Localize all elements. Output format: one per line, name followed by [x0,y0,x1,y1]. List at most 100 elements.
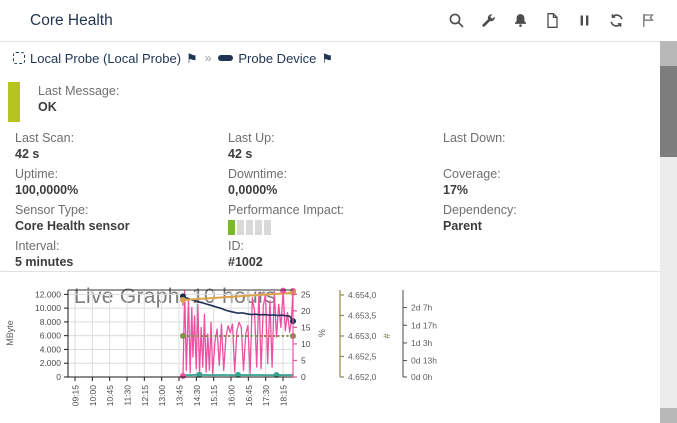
impact-bar-empty [255,220,262,235]
breadcrumb-separator: » [205,51,212,65]
bell-icon[interactable] [512,12,529,29]
stat-value: 17% [443,182,647,199]
breadcrumb-item-device[interactable]: Probe Device ⚑ [218,51,333,66]
stat-label: Uptime: [15,166,228,182]
stat-last-down: Last Down: [443,130,647,162]
svg-text:4.653,0: 4.653,0 [348,331,377,341]
stat-downtime: Downtime:0,0000% [228,166,443,198]
breadcrumb-label: Probe Device [238,51,316,66]
stat-value: 100,0000% [15,182,228,199]
flag-icon: ⚑ [186,52,198,65]
svg-text:1d 3h: 1d 3h [411,338,433,348]
core-health-page: Core Health Local Probe (Local Probe) ⚑ … [0,0,677,423]
stat-label: Downtime: [228,166,443,182]
svg-text:4.000: 4.000 [40,344,62,354]
stat-label: Coverage: [443,166,647,182]
pause-icon[interactable] [576,12,593,29]
status-color-bar [8,82,20,122]
svg-text:18:15: 18:15 [279,385,289,407]
stat-uptime: Uptime:100,0000% [15,166,228,198]
svg-text:15:15: 15:15 [209,385,219,407]
svg-text:13:45: 13:45 [175,385,185,407]
svg-text:25: 25 [301,289,311,299]
svg-text:MByte: MByte [5,320,15,346]
last-message-value: OK [38,99,119,116]
stat-label: Dependency: [443,202,647,218]
stat-value: #1002 [228,254,443,271]
svg-text:12.000: 12.000 [35,289,61,299]
svg-text:1d 17h: 1d 17h [411,320,437,330]
wrench-icon[interactable] [480,12,497,29]
probe-icon [13,52,25,64]
svg-text:6.000: 6.000 [40,331,62,341]
stat-interval: Interval:5 minutes [15,238,228,270]
stat-value: Core Health sensor [15,218,228,235]
stat-value: 5 minutes [15,254,228,271]
svg-text:8.000: 8.000 [40,317,62,327]
scrollbar-thumb[interactable] [660,66,677,157]
performance-impact-bars [228,220,443,235]
svg-text:4.653,5: 4.653,5 [348,310,377,320]
svg-text:10.000: 10.000 [35,303,61,313]
search-icon[interactable] [448,12,465,29]
stat-label: Last Down: [443,130,647,146]
breadcrumb-label: Local Probe (Local Probe) [30,51,181,66]
svg-text:0: 0 [301,372,306,382]
refresh-icon[interactable] [608,12,625,29]
stat-last-scan: Last Scan:42 s [15,130,228,162]
scrollbar-segment-bottom[interactable] [660,408,677,423]
svg-text:0: 0 [56,372,61,382]
last-message-block: Last Message: OK [38,83,119,116]
svg-text:2.000: 2.000 [40,358,62,368]
stat-sensor-type: Sensor Type:Core Health sensor [15,202,228,234]
dot-load-percent-pink [280,288,286,294]
svg-text:20: 20 [301,306,311,316]
header-toolbar [448,0,657,41]
vertical-scrollbar[interactable] [660,41,677,423]
stat-label: Last Up: [228,130,443,146]
svg-text:5: 5 [301,355,306,365]
stat-value: Parent [443,218,647,235]
live-graph: Live Graph, 10 hours 12.00010.0008.0006.… [0,281,660,423]
breadcrumb: Local Probe (Local Probe) ⚑ » Probe Devi… [13,48,333,68]
scrollbar-segment-top[interactable] [660,41,677,66]
svg-text:0d 0h: 0d 0h [411,372,433,382]
svg-text:4.652,0: 4.652,0 [348,372,377,382]
svg-text:13:00: 13:00 [157,385,167,407]
series-memory-navy [183,296,293,321]
breadcrumb-item-probe[interactable]: Local Probe (Local Probe) ⚑ [13,51,198,66]
stat-dependency: Dependency:Parent [443,202,647,234]
svg-text:10:45: 10:45 [105,385,115,407]
stat-value: 0,0000% [228,182,443,199]
stat-id: ID:#1002 [228,238,443,270]
svg-text:11:30: 11:30 [123,385,133,406]
svg-text:0d 13h: 0d 13h [411,356,437,366]
stat-value: 42 s [15,146,228,163]
impact-bar-empty [237,220,244,235]
live-graph-canvas[interactable]: 12.000 10.000 8.000 6.000 4.000 2.000 0 MByte 25… [0,281,660,423]
flag-icon[interactable] [640,12,657,29]
svg-text:16:45: 16:45 [244,385,254,407]
svg-text:10: 10 [301,339,311,349]
svg-text:17:30: 17:30 [261,385,271,407]
stat-label: Performance Impact: [228,202,443,218]
sensor-stats-grid: Last Scan:42 sLast Up:42 sLast Down:Upti… [15,130,647,270]
svg-text:2d 7h: 2d 7h [411,303,433,313]
stat-empty [443,238,647,270]
series-uptime-orange [183,293,293,300]
svg-text:14:30: 14:30 [192,385,202,407]
flag-icon: ⚑ [321,52,333,65]
svg-text:#: # [382,333,392,338]
stat-label: Sensor Type: [15,202,228,218]
svg-text:09:15: 09:15 [71,385,81,407]
svg-text:15: 15 [301,322,311,332]
page-icon[interactable] [544,12,561,29]
impact-bar-empty [264,220,271,235]
svg-text:4.652,5: 4.652,5 [348,351,377,361]
svg-text:%: % [317,329,327,337]
stat-last-up: Last Up:42 s [228,130,443,162]
svg-text:12:15: 12:15 [140,385,150,407]
dot-load-percent-pink [180,373,186,379]
stat-performance-impact: Performance Impact: [228,202,443,234]
impact-bar-filled [228,220,235,235]
